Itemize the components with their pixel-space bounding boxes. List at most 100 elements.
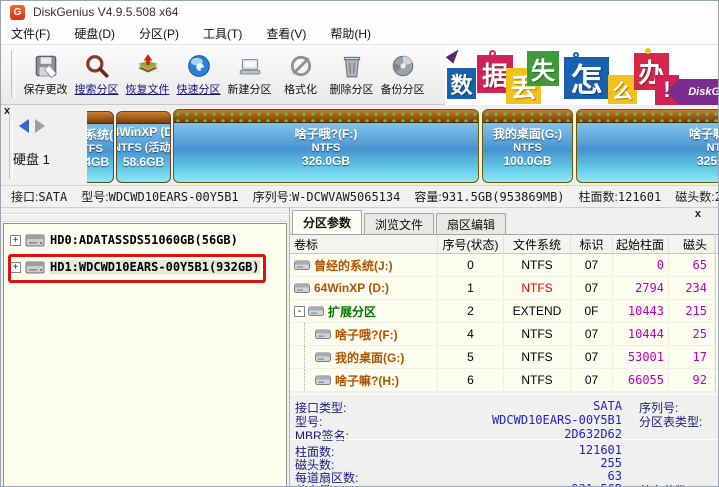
table-row[interactable]: 扩展分区 2 EXTEND 0F 10443 215	[290, 300, 719, 323]
partition-cap	[87, 112, 113, 124]
cell-start-cylinder: 10444	[613, 323, 669, 345]
table-row[interactable]: 64WinXP (D:) 1 NTFS 07 2794 234	[290, 277, 719, 300]
volume-label: 啥子嘛?(H:)	[335, 372, 399, 389]
partition-icon	[294, 283, 310, 294]
cell-filesystem: NTFS	[504, 323, 571, 345]
save-changes-button[interactable]: 保存更改	[20, 48, 71, 102]
disk-label: 硬盘 1	[13, 149, 50, 168]
table-header-row: 卷标 序号(状态) 文件系统 标识 起始柱面 磁头	[290, 234, 719, 254]
cell-filesystem: NTFS	[504, 346, 571, 368]
table-row[interactable]: 啥子嘛?(H:) 6 NTFS 07 66055 92	[290, 369, 719, 392]
volume-label: 啥子哦?(F:)	[335, 326, 398, 343]
disk-tree-item-hd1[interactable]: HD1:WDCWD10EARS-00Y5B1(932GB)	[4, 256, 286, 278]
partition-icon	[308, 306, 324, 317]
divider	[290, 394, 719, 395]
cell-filesystem: NTFS	[504, 277, 571, 299]
format-button[interactable]: 格式化	[275, 48, 326, 102]
cell-index: 5	[438, 346, 504, 368]
disk-info-bar: 接口:SATA 型号:WDCWD10EARS-00Y5B1 序列号:W-DCWV…	[1, 185, 719, 208]
search-partition-button[interactable]: 搜索分区	[71, 48, 122, 102]
expand-icon[interactable]	[10, 262, 21, 273]
cell-heads: 234	[669, 277, 715, 299]
next-disk-arrow-icon[interactable]	[35, 119, 45, 133]
cell-heads: 17	[669, 346, 715, 368]
volume-label: 我的桌面(G:)	[335, 349, 404, 366]
collapse-icon[interactable]	[294, 306, 305, 317]
toolbar-grip[interactable]	[11, 51, 15, 98]
table-row[interactable]: 曾经的系统(J:) 0 NTFS 07 0 65	[290, 254, 719, 277]
disk-info-item: 接口:SATA	[11, 188, 67, 205]
disk-tree-item-hd0[interactable]: HD0:ADATASSDS51060GB(56GB)	[4, 229, 286, 251]
cell-id: 07	[571, 369, 613, 391]
menu-tools[interactable]: 工具(T)	[203, 25, 242, 42]
ad-tile: 么	[608, 75, 637, 104]
panel-grip[interactable]	[9, 111, 13, 179]
partition-block[interactable]: 我的桌面(G:)NTFS100.0GB	[482, 109, 573, 183]
cell-start-cylinder: 0	[613, 254, 669, 276]
detail-row: 总容量: 931.5GB	[295, 482, 622, 487]
menu-partition[interactable]: 分区(P)	[139, 25, 179, 42]
decor-dot	[645, 48, 651, 54]
tab-browse-files[interactable]: 浏览文件	[364, 213, 434, 234]
format-icon	[288, 53, 314, 79]
cell-start-cylinder: 53001	[613, 346, 669, 368]
lower-area: x HD0:ADATASSDS51060GB(56GB) HD1:WDCWD10…	[1, 208, 719, 487]
decor-dot	[489, 50, 496, 57]
partition-block[interactable]: 啥子嘛?(H:)NTFS325.0GB	[576, 109, 719, 183]
detail-label-partition-table-type: 分区表类型:	[639, 413, 702, 430]
partition-cap	[483, 110, 572, 123]
cell-index: 4	[438, 323, 504, 345]
expand-icon[interactable]	[10, 235, 21, 246]
partition-icon	[315, 375, 331, 386]
search-icon	[84, 53, 110, 79]
menu-file[interactable]: 文件(F)	[11, 25, 50, 42]
save-icon	[33, 53, 59, 79]
cell-heads: 25	[669, 323, 715, 345]
table-row[interactable]: 我的桌面(G:) 5 NTFS 07 53001 17	[290, 346, 719, 369]
tab-bar: 分区参数 浏览文件 扇区编辑	[290, 210, 719, 234]
header-filesystem: 文件系统	[504, 235, 571, 253]
cell-filesystem: NTFS	[504, 254, 571, 276]
partition-block[interactable]: 啥子哦?(F:)NTFS326.0GB	[173, 109, 479, 183]
partition-icon	[315, 352, 331, 363]
partition-detail-panel: 分区参数 浏览文件 扇区编辑 卷标 序号(状态) 文件系统 标识 起始柱面 磁头	[289, 208, 719, 487]
tab-partition-params[interactable]: 分区参数	[292, 210, 362, 234]
menu-disk[interactable]: 硬盘(D)	[74, 25, 115, 42]
delete-partition-button[interactable]: 删除分区	[326, 48, 377, 102]
cell-filesystem: NTFS	[504, 369, 571, 391]
delete-partition-icon	[339, 53, 365, 79]
menu-view[interactable]: 查看(V)	[266, 25, 306, 42]
tab-sector-edit[interactable]: 扇区编辑	[436, 213, 506, 234]
divider	[290, 439, 719, 440]
cell-filesystem: EXTEND	[504, 300, 571, 322]
quick-partition-icon	[186, 53, 212, 79]
partition-block[interactable]: 64WinXP (D:)NTFS (活动)58.6GB	[116, 111, 171, 183]
new-partition-button[interactable]: 新建分区	[224, 48, 275, 102]
header-volume-label: 卷标	[290, 235, 438, 253]
cell-id: 07	[571, 346, 613, 368]
disk-info-item: 序列号:W-DCWVAW5065134	[253, 188, 401, 205]
app-logo-icon: G	[10, 5, 25, 20]
tree-panel-grip[interactable]	[1, 210, 287, 223]
disk-map-panel: x 硬盘 1 曾经的系统(J:)NTFS21.4GB 64WinXP (D:)N…	[1, 105, 719, 185]
backup-partition-icon	[390, 53, 416, 79]
quick-partition-button[interactable]: 快速分区	[173, 48, 224, 102]
partition-block[interactable]: 曾经的系统(J:)NTFS21.4GB	[87, 111, 114, 183]
table-row[interactable]: 啥子哦?(F:) 4 NTFS 07 10444 25	[290, 323, 719, 346]
menu-help[interactable]: 帮助(H)	[330, 25, 371, 42]
pen-icon	[446, 46, 463, 63]
cell-heads: 65	[669, 254, 715, 276]
prev-disk-arrow-icon[interactable]	[19, 119, 29, 133]
cell-start-cylinder: 2794	[613, 277, 669, 299]
cell-heads: 215	[669, 300, 715, 322]
partition-icon	[294, 260, 310, 271]
menu-bar: 文件(F) 硬盘(D) 分区(P) 工具(T) 查看(V) 帮助(H)	[1, 23, 719, 45]
ad-banner[interactable]: 数 据 丢 失 怎 么 办 ! DiskG	[445, 46, 719, 105]
cell-id: 0F	[571, 300, 613, 322]
disk-info-item: 容量:931.5GB(953869MB)	[414, 188, 564, 205]
recover-files-button[interactable]: 恢复文件	[122, 48, 173, 102]
window-title: DiskGenius V4.9.5.508 x64	[33, 5, 178, 19]
partition-icon	[315, 329, 331, 340]
detail-row: MBR签名: 2D632D62	[295, 427, 622, 444]
backup-partition-button[interactable]: 备份分区	[377, 48, 428, 102]
